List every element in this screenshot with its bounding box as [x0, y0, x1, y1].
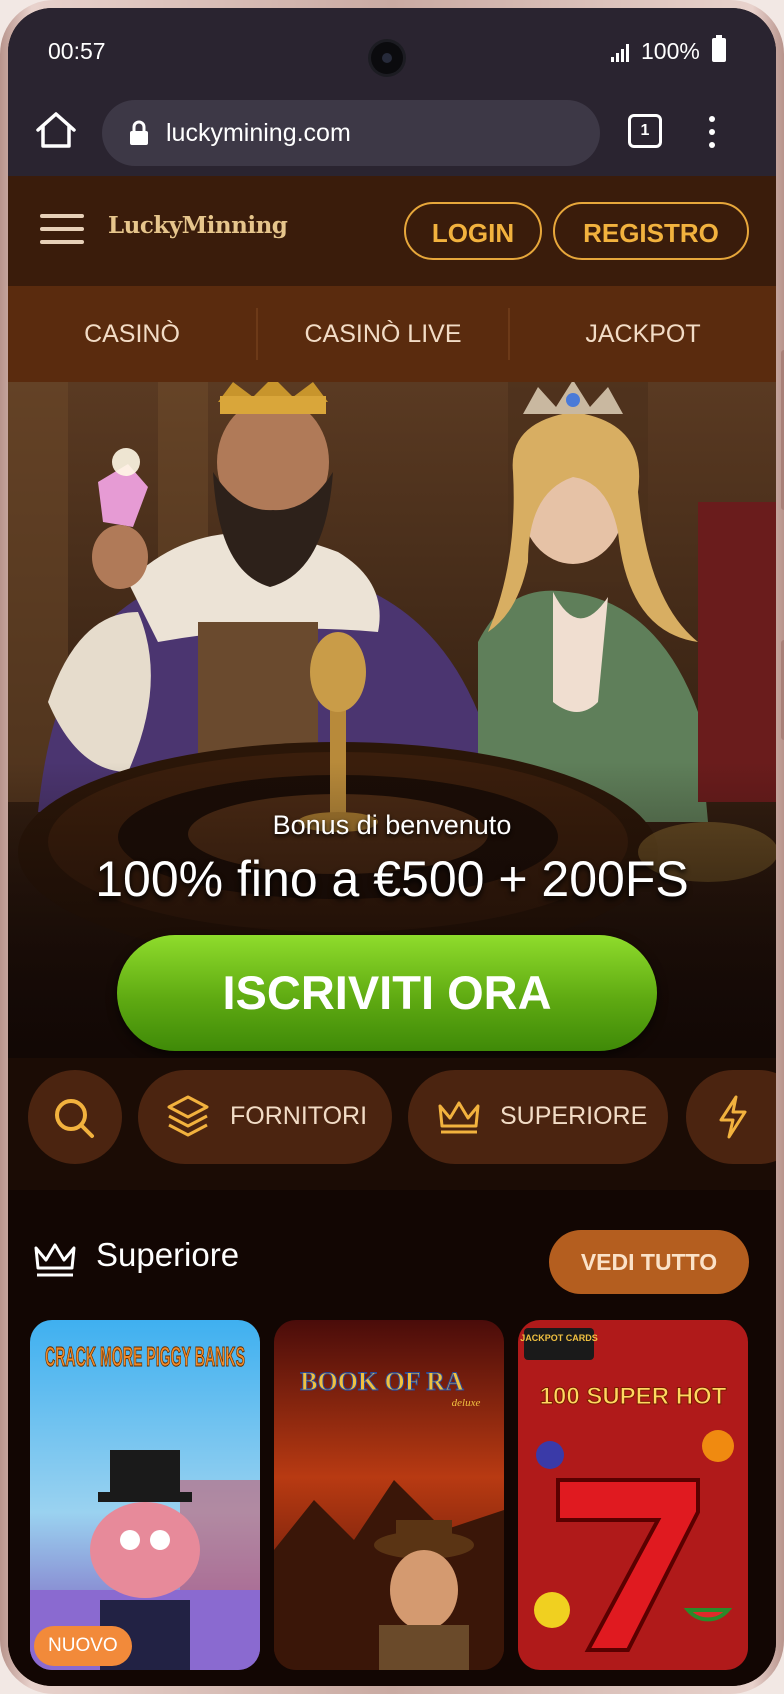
status-bar: 00:57 100% [8, 8, 776, 74]
hero-subtitle: Bonus di benvenuto [272, 810, 512, 840]
address-bar[interactable]: luckymining.com [102, 100, 600, 166]
lightning-icon [716, 1094, 750, 1147]
hero-title: 100% fino a €500 + 200FS [95, 851, 689, 907]
site-header: LuckyMinning LOGIN REGISTRO [8, 176, 776, 286]
status-time: 00:57 [48, 38, 106, 64]
nav-casino-live[interactable]: CASINÒ LIVE [258, 286, 508, 382]
layers-icon [166, 1094, 210, 1147]
nav-jackpot[interactable]: JACKPOT [510, 286, 776, 382]
signup-cta-button[interactable]: ISCRIVITI ORA [117, 935, 657, 1051]
section-title: Superiore [96, 1236, 240, 1273]
new-badge: NUOVO [34, 1626, 132, 1666]
game-card-book-of-ra[interactable]: BOOK OF RA deluxe [274, 1320, 504, 1670]
filter-chips: FORNITORI SUPERIORE [8, 1058, 776, 1190]
hamburger-menu-icon[interactable] [40, 212, 84, 246]
main-nav: CASINÒ CASINÒ LIVE JACKPOT [8, 286, 776, 382]
view-all-button[interactable]: VEDI TUTTO [549, 1230, 749, 1294]
filter-superiore-label: SUPERIORE [500, 1102, 648, 1130]
filter-lightning[interactable] [686, 1070, 776, 1164]
phone-frame: 00:57 100% luckymining.com 1 LuckyMinnin… [0, 0, 784, 1694]
more-options-icon[interactable] [706, 112, 718, 152]
signal-icon [611, 42, 633, 62]
register-button[interactable]: REGISTRO [553, 202, 749, 260]
login-button[interactable]: LOGIN [404, 202, 542, 260]
search-chip[interactable] [28, 1070, 122, 1164]
search-icon [52, 1096, 96, 1147]
filter-fornitori-label: FORNITORI [230, 1102, 368, 1130]
home-icon[interactable] [34, 110, 78, 150]
screen: 00:57 100% luckymining.com 1 LuckyMinnin… [8, 8, 776, 1686]
filter-fornitori[interactable]: FORNITORI [138, 1070, 392, 1164]
game-logo-sub: deluxe [452, 1397, 481, 1409]
crown-icon [32, 1240, 78, 1284]
game-logo: BOOK OF RA [300, 1367, 464, 1396]
game-thumbnail: CRACK MORE PIGGY BANKS [30, 1320, 260, 1670]
url-text: luckymining.com [166, 119, 351, 147]
site-logo[interactable]: LuckyMinning [108, 212, 288, 239]
browser-chrome: 00:57 100% luckymining.com 1 [8, 8, 776, 176]
game-logo: 100 SUPER HOT [540, 1383, 727, 1410]
hero-banner: Bonus di benvenuto 100% fino a €500 + 20… [8, 382, 776, 1058]
game-brand: JACKPOT CARDS [520, 1333, 598, 1343]
battery-percent: 100% [641, 38, 700, 64]
crown-icon [436, 1098, 482, 1143]
game-card-100-super-hot[interactable]: JACKPOT CARDS 100 SUPER HOT [518, 1320, 748, 1670]
game-logo: CRACK MORE PIGGY BANKS [45, 1341, 245, 1372]
game-thumbnail: JACKPOT CARDS 100 SUPER HOT [518, 1320, 748, 1670]
tab-switcher-button[interactable]: 1 [628, 114, 662, 148]
superiore-section: Superiore VEDI TUTTO CRACK MORE PIGGY BA… [8, 1190, 776, 1686]
front-camera [371, 42, 403, 74]
lock-icon [128, 120, 150, 146]
game-card-piggy-banks[interactable]: CRACK MORE PIGGY BANKS NUOVO [30, 1320, 260, 1670]
battery-icon [712, 35, 726, 62]
nav-casino[interactable]: CASINÒ [8, 286, 256, 382]
filter-superiore[interactable]: SUPERIORE [408, 1070, 668, 1164]
game-thumbnail: BOOK OF RA deluxe [274, 1320, 504, 1670]
